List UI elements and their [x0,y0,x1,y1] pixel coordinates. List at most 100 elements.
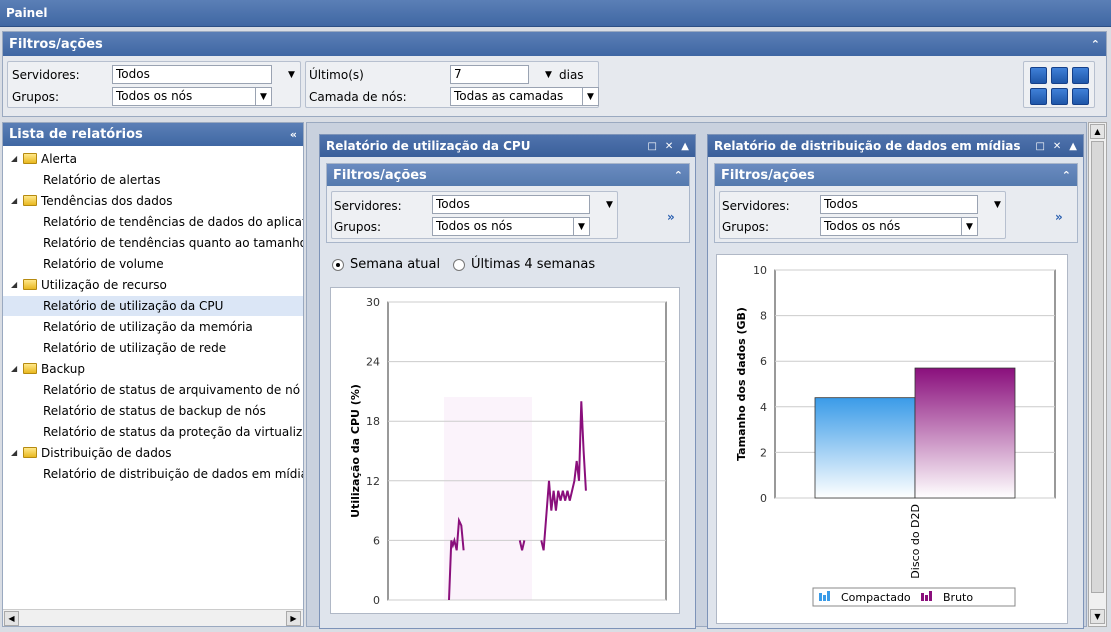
layer-select[interactable]: Todas as camadas [450,87,583,106]
expand-toggle-icon[interactable]: ◢ [11,359,17,379]
tree-item[interactable]: Relatório de volume [3,254,303,274]
collapse-left-icon[interactable]: « [290,128,297,141]
tree-item-label: Relatório de utilização da CPU [43,299,224,313]
collapse-up-icon[interactable]: ⌃ [674,169,683,182]
filters-header: Filtros/ações ⌃ [3,32,1106,56]
scroll-left-icon[interactable]: ◀ [4,611,19,626]
tree-group-0[interactable]: ◢ Alerta [3,149,303,169]
legend-swatch [827,591,830,601]
collapse-up-icon[interactable]: ⌃ [1062,169,1071,182]
scroll-up-icon[interactable]: ▲ [1090,124,1105,139]
radio-current-week[interactable] [332,259,344,271]
y-tick-label: 10 [753,264,767,277]
tree-group-3[interactable]: ◢ Backup [3,359,303,379]
filters-group-middle: Último(s) 7 ▼ dias Camada de nós: Todas … [305,61,599,108]
distribution-report-title: Relatório de distribuição de dados em mí… [714,139,1021,153]
tree-item[interactable]: Relatório de utilização da CPU [3,296,303,316]
refresh-icon[interactable] [1030,67,1047,84]
maximize-icon[interactable]: □ [1035,141,1044,152]
bar-compactado [814,397,916,499]
last-days-dropdown-icon[interactable]: ▼ [545,70,552,80]
layout-single-icon[interactable] [1030,88,1047,105]
groups-select[interactable]: Todos os nós [112,87,256,106]
global-filters: Filtros/ações ⌃ Servidores: Todos ▼ Grup… [2,31,1107,117]
email-icon[interactable] [1051,67,1068,84]
groups-label: Grupos: [12,90,60,104]
expand-toggle-icon[interactable]: ◢ [11,191,17,211]
sidebar-horizontal-scrollbar[interactable]: ◀ ▶ [3,609,303,626]
distribution-report-card: Relatório de distribuição de dados em mí… [707,134,1084,629]
distribution-filters: Filtros/ações ⌃ Servidores: Todos ▼ Grup… [714,163,1078,243]
scroll-thumb[interactable] [1091,141,1104,593]
distribution-report-header: Relatório de distribuição de dados em mí… [708,135,1083,157]
layer-dropdown-icon[interactable]: ▼ [583,87,599,106]
legend-swatch [929,591,932,601]
content-vertical-scrollbar[interactable]: ▲ ▼ [1088,122,1107,627]
cpu-servers-input[interactable]: Todos [432,195,590,214]
cpu-report-header: Relatório de utilização da CPU □ ✕ ▲ [320,135,695,157]
filters-group-left: Servidores: Todos ▼ Grupos: Todos os nós… [7,61,301,108]
collapse-up-icon[interactable]: ⌃ [1091,38,1100,51]
y-tick-label: 24 [366,356,380,369]
legend-swatch [823,595,826,601]
tree-item[interactable]: Relatório de tendências de dados do apli… [3,212,303,232]
tree-group-4[interactable]: ◢ Distribuição de dados [3,443,303,463]
expand-toggle-icon[interactable]: ◢ [11,149,17,169]
cpu-servers-dropdown-icon[interactable]: ▼ [606,200,613,210]
distribution-groups-dropdown-icon[interactable]: ▼ [962,217,978,236]
tree-item[interactable]: Relatório de status de arquivamento de n… [3,380,303,400]
tree-item[interactable]: Relatório de utilização da memória [3,317,303,337]
last-days-input[interactable]: 7 [450,65,529,84]
y-tick-label: 18 [366,415,380,428]
expand-more-icon[interactable]: » [1055,210,1063,224]
tree-item[interactable]: Relatório de distribuição de dados em mí… [3,464,303,484]
scroll-right-icon[interactable]: ▶ [286,611,301,626]
expand-toggle-icon[interactable]: ◢ [11,443,17,463]
y-tick-label: 0 [760,492,767,505]
tree-group-1[interactable]: ◢ Tendências dos dados [3,191,303,211]
cpu-groups-select[interactable]: Todos os nós [432,217,574,236]
report-list-title: Lista de relatórios [9,127,143,142]
toolbar-group [1023,61,1095,108]
tree-item-label: Relatório de status de backup de nós [43,404,266,418]
servers-input[interactable]: Todos [112,65,272,84]
collapse-up-icon[interactable]: ▲ [1069,141,1077,152]
layout-three-columns-icon[interactable] [1072,88,1089,105]
tree-item[interactable]: Relatório de status de backup de nós [3,401,303,421]
collapse-up-icon[interactable]: ▲ [681,141,689,152]
distribution-chart-svg: 10 8 6 4 2 0 Tamanho dos dados (GB) Disco do D2… [735,264,1056,607]
cpu-report-card: Relatório de utilização da CPU □ ✕ ▲ Fil… [319,134,696,629]
distribution-groups-select[interactable]: Todos os nós [820,217,962,236]
radio-last-4-weeks[interactable] [453,259,465,271]
tree-group-label: Distribuição de dados [41,446,172,460]
maximize-icon[interactable]: □ [647,141,656,152]
folder-icon [23,153,37,164]
export-icon[interactable] [1072,67,1089,84]
distribution-filters-header: Filtros/ações ⌃ [715,164,1077,186]
tree-item[interactable]: Relatório de status da proteção da virtu… [3,422,303,442]
expand-more-icon[interactable]: » [667,210,675,224]
folder-icon [23,195,37,206]
filters-title: Filtros/ações [9,36,103,52]
tree-item-label: Relatório de tendências de dados do apli… [43,215,303,229]
tree-item-label: Relatório de tendências quanto ao tamanh… [43,236,303,250]
expand-toggle-icon[interactable]: ◢ [11,275,17,295]
cpu-groups-dropdown-icon[interactable]: ▼ [574,217,590,236]
tree-item-label: Relatório de distribuição de dados em mí… [43,467,303,481]
tree-item[interactable]: Relatório de tendências quanto ao tamanh… [3,233,303,253]
groups-dropdown-icon[interactable]: ▼ [256,87,272,106]
scroll-down-icon[interactable]: ▼ [1090,609,1105,624]
distribution-servers-input[interactable]: Todos [820,195,978,214]
servers-dropdown-icon[interactable]: ▼ [288,70,295,80]
chart-legend: Compactado Bruto [812,587,1016,607]
close-icon[interactable]: ✕ [665,141,673,152]
tree-item[interactable]: Relatório de utilização de rede [3,338,303,358]
close-icon[interactable]: ✕ [1053,141,1061,152]
distribution-servers-dropdown-icon[interactable]: ▼ [994,200,1001,210]
layout-two-columns-icon[interactable] [1051,88,1068,105]
tree-group-2[interactable]: ◢ Utilização de recurso [3,275,303,295]
cpu-report-title: Relatório de utilização da CPU [326,139,531,153]
tree-item[interactable]: Relatório de alertas [3,170,303,190]
reports-content: Relatório de utilização da CPU □ ✕ ▲ Fil… [306,122,1087,629]
distribution-chart: 10 8 6 4 2 0 Tamanho dos dados (GB) Disco do D2… [716,254,1068,624]
